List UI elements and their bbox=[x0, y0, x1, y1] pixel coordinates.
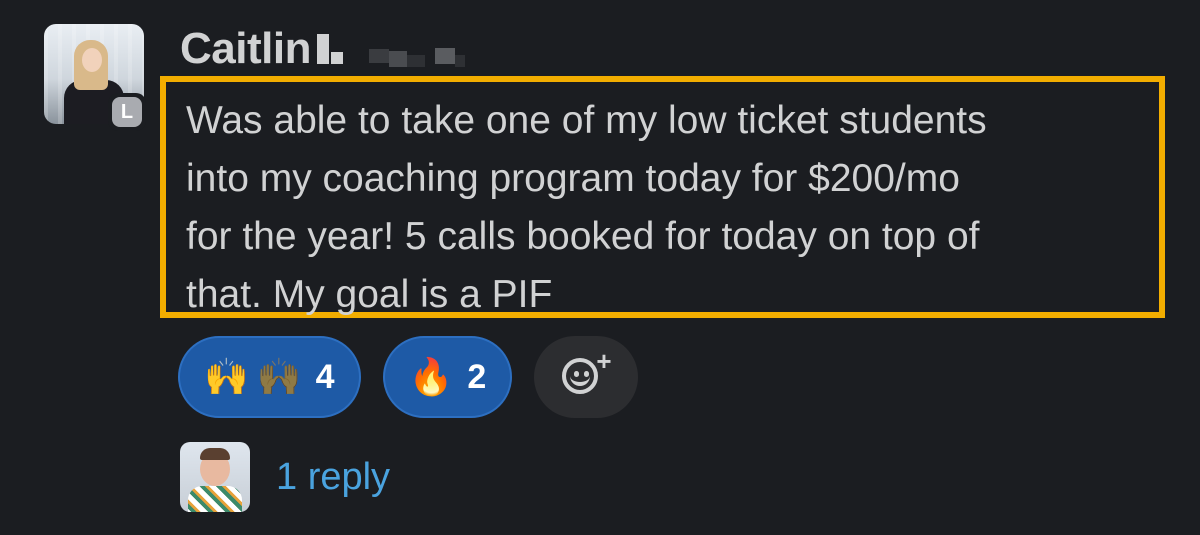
raising-hands-dark-icon: 🙌 bbox=[256, 357, 302, 398]
redacted-name-blur bbox=[316, 31, 465, 67]
reply-user-avatar[interactable] bbox=[180, 442, 250, 512]
avatar-shirt bbox=[188, 486, 242, 512]
author-badge-letter: L bbox=[112, 97, 142, 127]
add-reaction-button[interactable]: + bbox=[534, 336, 639, 418]
message-highlight-box: Was able to take one of my low ticket st… bbox=[160, 76, 1165, 318]
message-text: Was able to take one of my low ticket st… bbox=[186, 99, 987, 316]
avatar-face bbox=[82, 48, 102, 72]
reactions-bar: 🙌 🙌 4 🔥 2 + bbox=[178, 336, 639, 418]
thread-replies: 1 reply bbox=[180, 442, 390, 512]
reply-count-link[interactable]: 1 reply bbox=[276, 456, 390, 499]
reaction-count: 2 bbox=[467, 357, 487, 396]
reaction-fire[interactable]: 🔥 2 bbox=[382, 336, 513, 418]
reaction-count: 4 bbox=[315, 357, 335, 396]
plus-icon: + bbox=[596, 346, 612, 376]
message-header: Caitlin bbox=[180, 24, 465, 74]
fire-icon: 🔥 bbox=[408, 357, 454, 398]
message: L Caitlin Was able to take one of my low… bbox=[0, 0, 1200, 535]
raising-hands-icon: 🙌 bbox=[204, 357, 249, 398]
author-badge: L bbox=[108, 93, 146, 131]
author-name[interactable]: Caitlin bbox=[180, 24, 311, 74]
reaction-raising-hands[interactable]: 🙌 🙌 4 bbox=[178, 336, 361, 418]
avatar-hair bbox=[200, 448, 230, 460]
